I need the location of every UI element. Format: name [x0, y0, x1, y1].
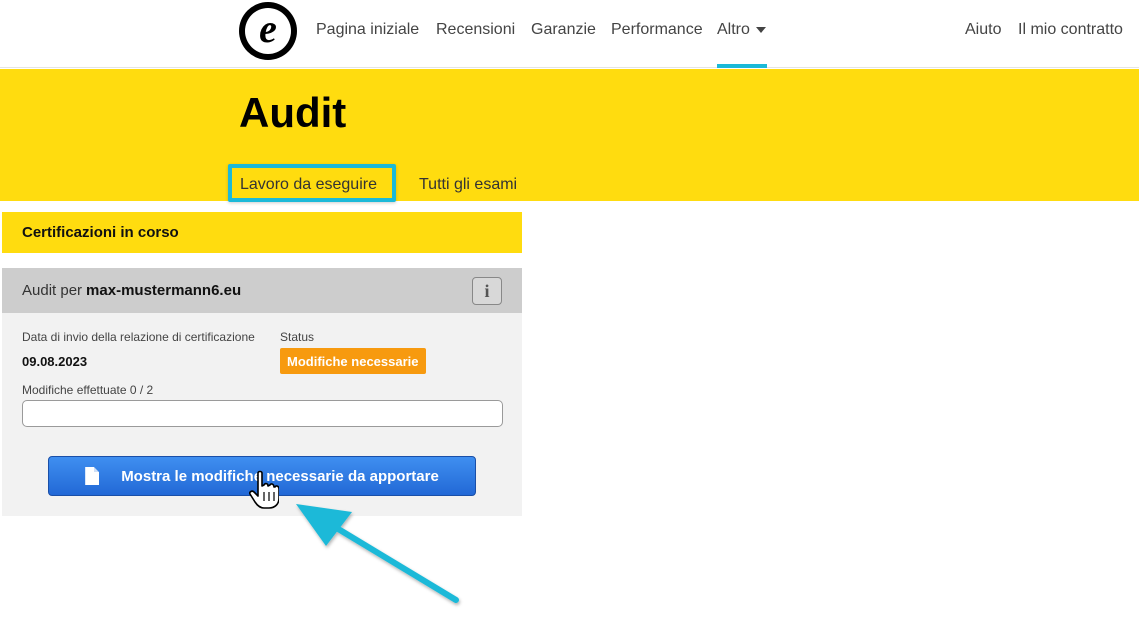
page-title: Audit — [239, 89, 347, 136]
logo-inner: e — [245, 8, 291, 54]
section-heading: Certificazioni in corso — [2, 212, 522, 253]
logo-letter: e — [259, 6, 277, 51]
nav-more-dropdown[interactable]: Altro — [717, 20, 766, 40]
audit-card-header: Audit per max-mustermann6.eu i — [2, 268, 522, 313]
trusted-shops-logo[interactable]: e — [239, 2, 297, 60]
show-required-changes-label: Mostra le modifiche necessarie da apport… — [121, 467, 439, 485]
submission-date-label: Data di invio della relazione di certifi… — [22, 330, 255, 344]
nav-link-reviews[interactable]: Recensioni — [436, 20, 515, 40]
page-header: Audit Lavoro da eseguire Tutti gli esami — [0, 69, 1139, 201]
nav-more-label: Altro — [717, 21, 750, 38]
tab-highlight-frame — [228, 164, 396, 202]
nav-link-home[interactable]: Pagina iniziale — [316, 20, 419, 40]
nav-link-guarantees[interactable]: Garanzie — [531, 20, 596, 40]
nav-link-help[interactable]: Aiuto — [965, 20, 1001, 40]
status-badge: Modifiche necessarie — [280, 348, 426, 374]
active-nav-indicator — [717, 64, 767, 68]
info-icon[interactable]: i — [472, 277, 502, 305]
changes-progress-label: Modifiche effettuate 0 / 2 — [22, 383, 154, 397]
audit-title-prefix: Audit per — [22, 282, 83, 299]
annotation-arrow — [296, 504, 459, 603]
chevron-down-icon — [755, 26, 766, 33]
submission-date-value: 09.08.2023 — [22, 354, 88, 369]
document-icon — [85, 467, 100, 485]
changes-progress-bar — [22, 400, 503, 427]
top-navbar: e Pagina iniziale Recensioni Garanzie Pe… — [0, 0, 1139, 68]
nav-link-my-contract[interactable]: Il mio contratto — [1018, 20, 1123, 40]
audit-domain: max-mustermann6.eu — [86, 282, 242, 299]
hand-cursor-icon — [249, 470, 279, 509]
nav-link-performance[interactable]: Performance — [611, 20, 703, 40]
tab-all-exams[interactable]: Tutti gli esami — [419, 175, 517, 195]
status-label: Status — [280, 330, 315, 344]
